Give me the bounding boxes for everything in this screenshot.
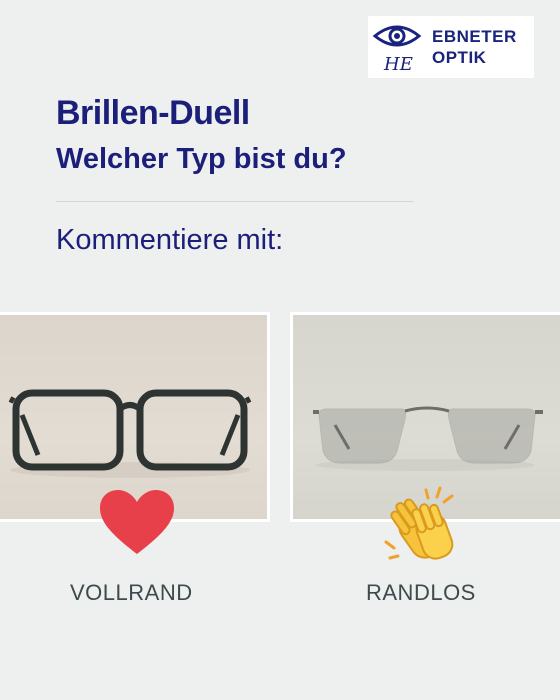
brand-logo: HE EBNETER OPTIK bbox=[368, 16, 534, 78]
comment-instruction: Kommentiere mit: bbox=[56, 224, 284, 256]
clapping-hands-icon bbox=[384, 486, 454, 560]
logo-line-2: OPTIK bbox=[432, 48, 487, 67]
option-label-full-rim: VOLLRAND bbox=[70, 580, 193, 605]
eye-icon: HE bbox=[372, 25, 422, 74]
option-label-rimless: RANDLOS bbox=[366, 580, 476, 605]
divider bbox=[56, 201, 414, 202]
logo-monogram: HE bbox=[383, 54, 413, 74]
logo-wordmark: EBNETER OPTIK bbox=[432, 26, 517, 68]
logo-line-1: EBNETER bbox=[432, 27, 517, 46]
red-heart-icon bbox=[100, 490, 174, 554]
page-subtitle: Welcher Typ bist du? bbox=[56, 143, 347, 175]
page-title: Brillen-Duell bbox=[56, 94, 250, 132]
